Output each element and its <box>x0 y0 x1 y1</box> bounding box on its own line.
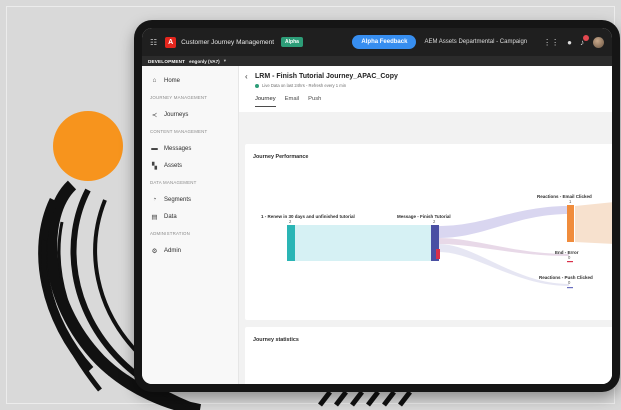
sidebar-item-label: Assets <box>164 162 183 169</box>
menu-grid-icon[interactable]: ☷ <box>150 38 157 47</box>
sidebar-item-home[interactable]: ⌂ Home <box>142 72 238 89</box>
apps-icon[interactable]: ⋮⋮ <box>543 38 559 47</box>
admin-icon: ⚙ <box>151 247 158 255</box>
top-bar: ☷ A Customer Journey Management Alpha Al… <box>142 28 612 56</box>
flow-entry-to-message <box>293 225 431 261</box>
node-label-entry: 1 - Renew in 30 days and unfinished tuto… <box>261 214 355 219</box>
journey-header: ‹ LRM - Finish Tutorial Journey_APAC_Cop… <box>239 66 612 112</box>
adobe-logo-icon[interactable]: A <box>165 36 177 48</box>
node-count-end-error: 0 <box>568 255 571 260</box>
sidebar-item-segments[interactable]: ◔ Segments <box>142 191 238 208</box>
node-label-push-clicked: Reactions - Push Clicked <box>539 275 593 280</box>
notification-badge <box>583 34 589 41</box>
tab-journey[interactable]: Journey <box>255 96 276 107</box>
environment-bar: DEVELOPMENT engonly (VA7) ▾ <box>142 56 612 66</box>
node-label-email-clicked: Reactions - Email Clicked <box>537 194 592 199</box>
sidebar-item-data[interactable]: ▤ Data <box>142 208 238 225</box>
sidebar-item-journeys[interactable]: ≺ Journeys <box>142 106 238 123</box>
sidebar-item-label: Data <box>164 213 177 220</box>
alpha-feedback-button[interactable]: Alpha Feedback <box>352 35 417 49</box>
node-error-marker <box>436 249 440 259</box>
flow-email-continued <box>575 202 612 244</box>
bell-icon[interactable]: ♪ <box>580 34 589 47</box>
tab-email[interactable]: Email <box>285 96 300 107</box>
live-data-status: Live Data on last 24hrs - Refresh every … <box>255 83 346 88</box>
card-title: Journey statistics <box>253 337 299 343</box>
sidebar-section-label: JOURNEY MANAGEMENT <box>150 95 208 100</box>
node-label-message: Message - Finish Tutorial <box>397 214 451 219</box>
home-icon: ⌂ <box>152 77 157 84</box>
node-count-email-clicked: 1 <box>569 199 572 204</box>
sidebar-item-assets[interactable]: ▚ Assets <box>142 157 238 174</box>
message-icon: ▬ <box>151 145 158 152</box>
main-content: ‹ LRM - Finish Tutorial Journey_APAC_Cop… <box>239 66 612 384</box>
env-label: DEVELOPMENT <box>148 58 186 64</box>
node-count-entry: 2 <box>289 219 292 224</box>
live-dot-icon <box>255 83 259 88</box>
journey-performance-card: Journey Performance 1 - Renew in 30 days… <box>245 144 612 320</box>
flow-message-to-email <box>439 206 569 238</box>
avatar[interactable] <box>593 36 604 48</box>
sankey-diagram <box>287 202 612 289</box>
journey-statistics-card: Journey statistics <box>245 327 612 384</box>
tab-bar: Journey Email Push <box>255 96 330 107</box>
tab-push[interactable]: Push <box>308 96 321 107</box>
node-email-clicked-bar <box>567 205 574 242</box>
node-entry-bar <box>287 225 295 261</box>
env-selector[interactable]: engonly (VA7) <box>189 59 220 64</box>
sidebar-section-label: CONTENT MANAGEMENT <box>150 129 208 134</box>
sidebar-item-label: Journeys <box>164 111 189 118</box>
sidebar-section-label: ADMINISTRATION <box>150 231 191 236</box>
help-icon[interactable]: ● <box>567 38 572 47</box>
orange-circle <box>53 111 123 181</box>
chevron-down-icon[interactable]: ▾ <box>224 58 226 64</box>
alpha-badge: Alpha <box>281 37 303 47</box>
assets-icon: ▚ <box>152 162 157 170</box>
back-arrow-icon[interactable]: ‹ <box>245 72 248 81</box>
sidebar: ⌂ Home JOURNEY MANAGEMENT ≺ Journeys CONTENT … <box>142 66 239 384</box>
journey-icon: ≺ <box>151 111 158 119</box>
node-push-clicked-bar <box>567 287 573 289</box>
node-count-push-clicked: 0 <box>568 280 571 285</box>
sandbox-switcher[interactable]: AEM Assets Departmental - Campaign <box>424 39 527 45</box>
node-end-error-bar <box>567 261 573 263</box>
sidebar-section-label: DATA MANAGEMENT <box>150 180 197 185</box>
page-title: LRM - Finish Tutorial Journey_APAC_Copy <box>255 73 398 80</box>
sidebar-item-messages[interactable]: ▬ Messages <box>142 140 238 157</box>
sidebar-item-label: Home <box>164 77 181 84</box>
sidebar-item-label: Segments <box>164 196 192 203</box>
node-count-message: 2 <box>433 219 436 224</box>
sidebar-item-label: Messages <box>164 145 192 152</box>
laptop-device: ☷ A Customer Journey Management Alpha Al… <box>134 20 620 392</box>
live-data-text: Live Data on last 24hrs - Refresh every … <box>262 83 347 88</box>
sidebar-item-admin[interactable]: ⚙ Admin <box>142 242 238 259</box>
node-label-end-error: End - Error <box>555 250 579 255</box>
segments-icon: ◔ <box>152 196 157 203</box>
app-title: Customer Journey Management <box>181 38 275 46</box>
sidebar-item-label: Admin <box>164 247 182 254</box>
data-icon: ▤ <box>151 213 158 221</box>
app-screen: ☷ A Customer Journey Management Alpha Al… <box>142 28 612 384</box>
